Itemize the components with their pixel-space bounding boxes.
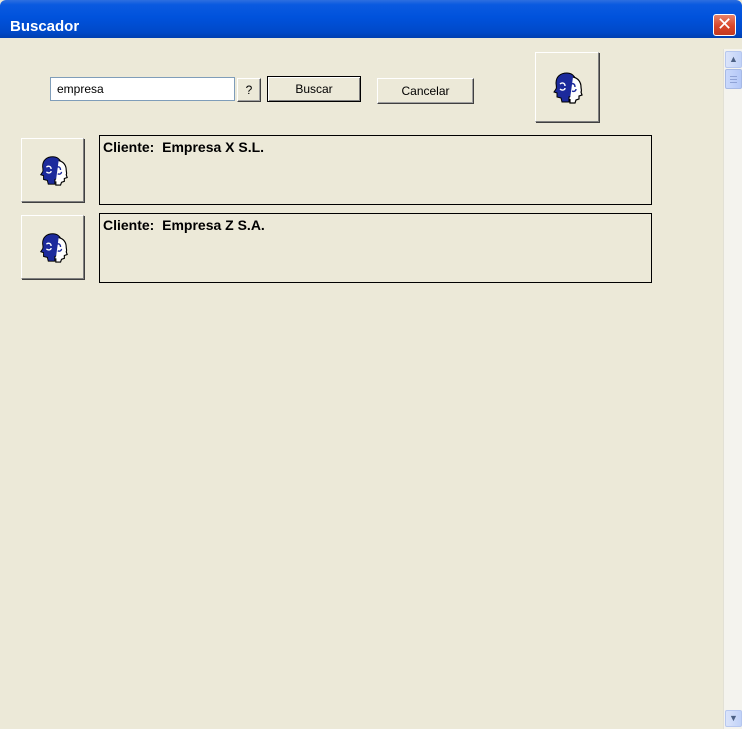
result-label: Cliente: Empresa X S.L. [103,139,265,155]
clients-button[interactable] [535,52,599,122]
clients-icon [553,72,583,104]
help-button[interactable]: ? [237,78,261,102]
clients-icon [39,233,68,263]
chevron-up-icon: ▲ [729,54,738,64]
cancel-button[interactable]: Cancelar [377,78,474,104]
window-title: Buscador [10,18,80,35]
chevron-down-icon: ▼ [729,713,738,723]
close-button[interactable]: ✕ [713,14,736,36]
buscador-window: Buscador ✕ ? Buscar Cancelar Cliente: Em… [0,0,742,729]
result-label: Cliente: Empresa Z S.A. [103,217,265,233]
vertical-scrollbar[interactable]: ▲ ▼ [723,49,742,729]
result-1-button[interactable] [21,138,84,202]
scroll-up-button[interactable]: ▲ [725,51,742,68]
grip-line [730,79,737,80]
close-icon: ✕ [716,14,733,34]
result-item[interactable]: Cliente: Empresa Z S.A. [99,213,652,283]
scroll-thumb[interactable] [725,69,742,89]
title-bar[interactable]: Buscador ✕ [0,0,742,38]
search-input[interactable] [50,77,235,101]
grip-line [730,76,737,77]
grip-line [730,82,737,83]
search-button[interactable]: Buscar [267,76,361,102]
result-2-button[interactable] [21,215,84,279]
result-item[interactable]: Cliente: Empresa X S.L. [99,135,652,205]
clients-icon [39,156,68,186]
scroll-down-button[interactable]: ▼ [725,710,742,727]
